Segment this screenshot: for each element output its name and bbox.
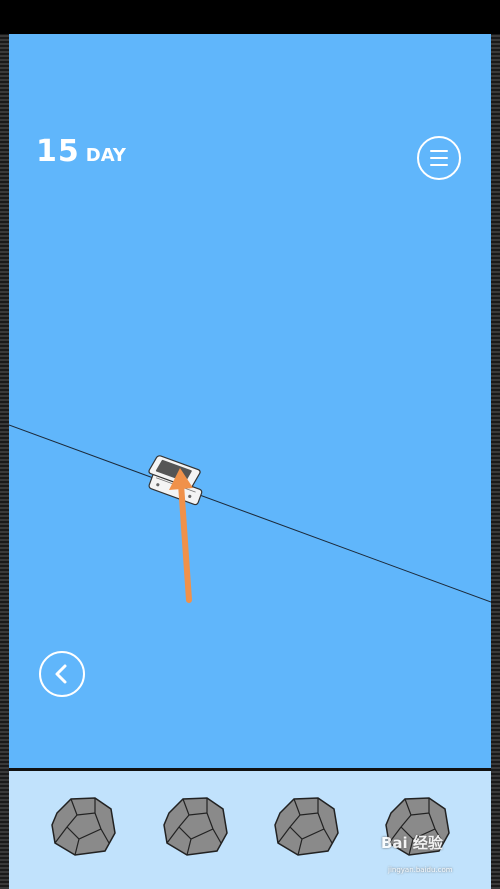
orange-arrow-icon [169,468,193,603]
menu-button[interactable] [417,136,461,180]
back-button[interactable] [39,651,85,697]
watermark-url: jingyan.baidu.com [388,866,453,874]
chevron-left-icon [55,664,67,684]
inventory-slot-3[interactable] [272,793,344,857]
menu-bar-top [430,150,448,152]
game-frame: 15 DAY Bai 经验 jingyan.baidu.com [0,0,500,889]
watermark-logo: Bai 经验 [381,834,443,852]
inventory-slot-1[interactable] [49,793,121,857]
day-counter: 15 DAY [36,134,126,169]
rope-line [9,424,491,603]
rock-icon [274,797,339,856]
inventory-slot-2[interactable] [161,793,233,857]
rock-icon [163,797,228,856]
rock-icon [51,797,116,856]
right-border [491,34,500,889]
left-border [0,34,9,889]
day-number: 15 [36,134,80,169]
day-label: DAY [85,145,126,166]
game-scene[interactable]: 15 DAY [9,34,491,768]
menu-bar-bottom [430,164,448,166]
menu-bar-middle [430,157,448,159]
